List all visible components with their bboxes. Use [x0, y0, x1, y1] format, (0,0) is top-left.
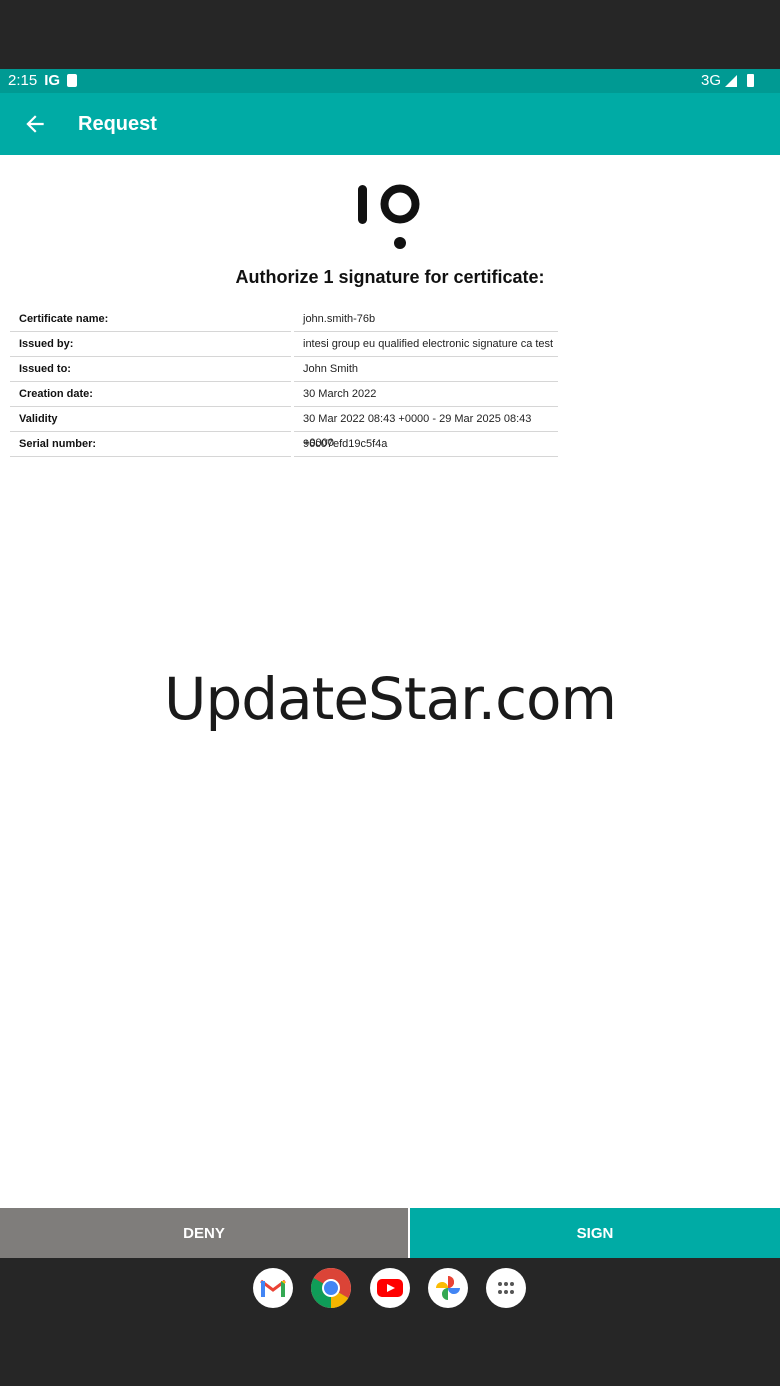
status-bar: 2:15 IG 3G — [0, 69, 780, 93]
issued-by-label: Issued by: — [10, 332, 291, 357]
sim-card-icon — [67, 74, 78, 87]
issued-by-value: intesi group eu qualified electronic sig… — [294, 332, 558, 357]
issued-to-label: Issued to: — [10, 357, 291, 382]
request-content: Authorize 1 signature for certificate: C… — [0, 155, 780, 1208]
certificate-table: Certificate name: john.smith-76b Issued … — [10, 307, 558, 457]
app-drawer-icon[interactable] — [486, 1268, 526, 1308]
creation-date-label: Creation date: — [10, 382, 291, 407]
battery-icon — [747, 74, 754, 87]
table-row: Serial number: 96c07efd19c5f4a — [10, 432, 558, 457]
serial-number-value: 96c07efd19c5f4a — [294, 432, 558, 457]
signal-icon — [725, 74, 737, 87]
validity-label: Validity — [10, 407, 291, 432]
table-row: Creation date: 30 March 2022 — [10, 382, 558, 407]
youtube-icon[interactable] — [370, 1268, 410, 1308]
sign-button[interactable]: SIGN — [410, 1208, 780, 1258]
action-buttons: DENY SIGN — [0, 1208, 780, 1258]
deny-button[interactable]: DENY — [0, 1208, 408, 1258]
issued-to-value: John Smith — [294, 357, 558, 382]
certificate-name-value: john.smith-76b — [294, 307, 558, 332]
creation-date-value: 30 March 2022 — [294, 382, 558, 407]
validity-value: 30 Mar 2022 08:43 +0000 - 29 Mar 2025 08… — [294, 407, 558, 449]
brand-logo — [358, 184, 420, 249]
chrome-icon[interactable] — [311, 1268, 351, 1308]
table-row: Validity 30 Mar 2022 08:43 +0000 - 29 Ma… — [10, 407, 558, 449]
serial-number-label: Serial number: — [10, 432, 291, 457]
back-arrow-icon[interactable] — [22, 111, 48, 137]
watermark: UpdateStar.com — [164, 665, 617, 733]
status-time: 2:15 — [8, 72, 38, 89]
top-bezel — [0, 0, 780, 69]
authorize-heading: Authorize 1 signature for certificate: — [235, 267, 545, 287]
table-row: Issued to: John Smith — [10, 357, 558, 382]
app-bar: Request — [0, 93, 780, 155]
page-title: Request — [78, 113, 157, 135]
table-row: Issued by: intesi group eu qualified ele… — [10, 332, 558, 357]
gmail-icon[interactable] — [253, 1268, 293, 1308]
network-type: 3G — [700, 72, 721, 89]
table-row: Certificate name: john.smith-76b — [10, 307, 558, 332]
certificate-name-label: Certificate name: — [10, 307, 291, 332]
photos-icon[interactable] — [428, 1268, 468, 1308]
status-ig-notification: IG — [44, 72, 61, 89]
app-dock — [0, 1258, 780, 1386]
